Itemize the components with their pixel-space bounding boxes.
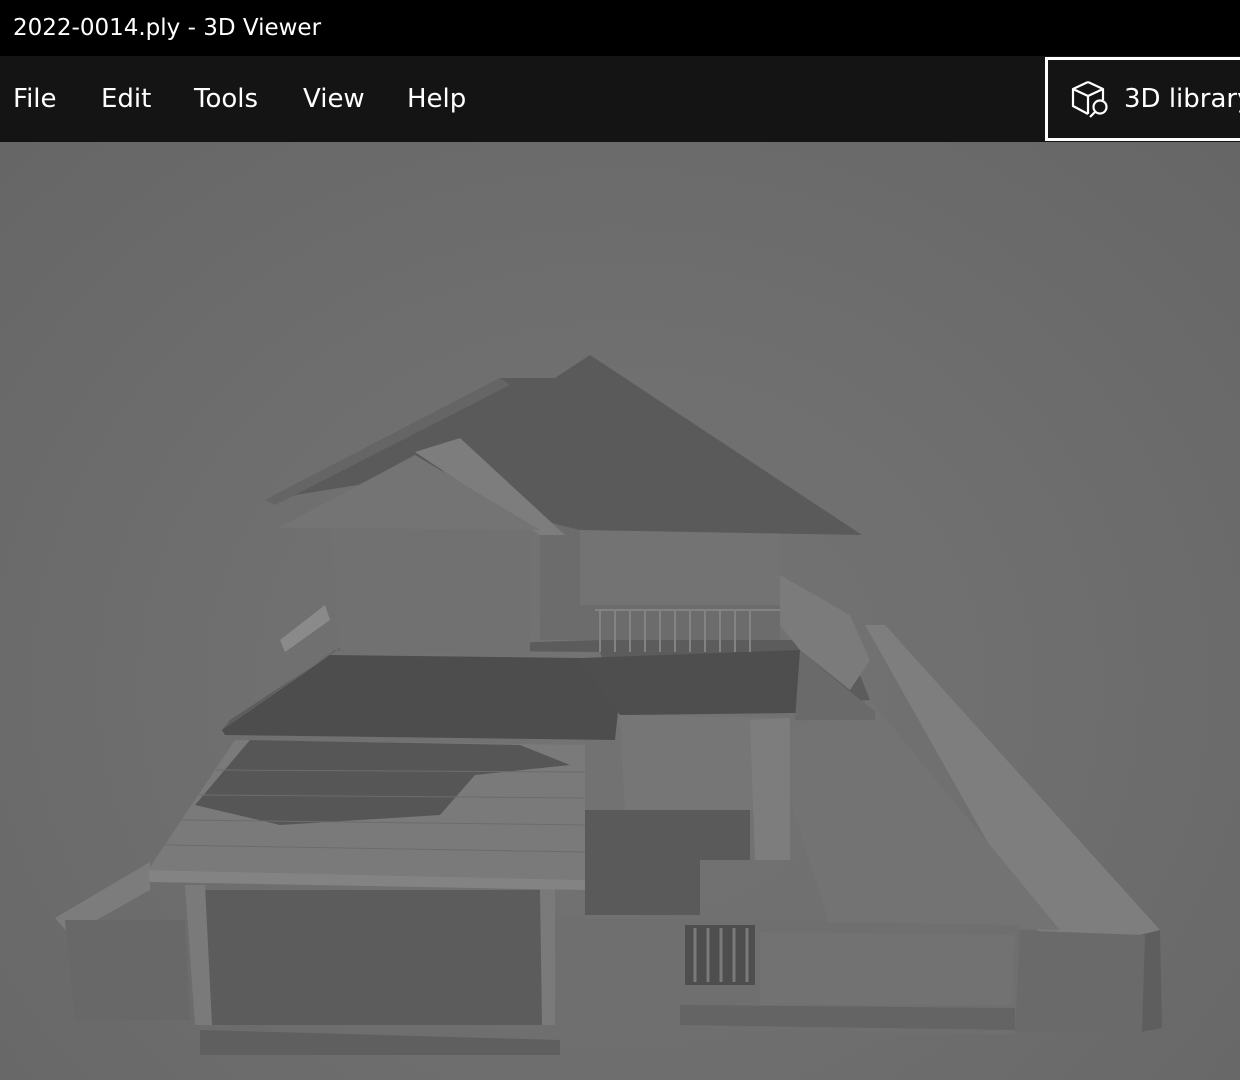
middle-roof-left <box>222 655 618 740</box>
3d-library-label: 3D library <box>1124 84 1240 114</box>
menu-tools[interactable]: Tools <box>194 56 258 142</box>
menu-view[interactable]: View <box>303 56 365 142</box>
ground-floor-side <box>750 718 790 860</box>
window-title: 2022-0014.ply - 3D Viewer <box>13 15 322 41</box>
carport-interior <box>190 890 555 1025</box>
menu-help[interactable]: Help <box>407 56 466 142</box>
ground-shadow <box>200 1030 560 1055</box>
title-bar: 2022-0014.ply - 3D Viewer <box>0 0 1240 56</box>
left-wall-front <box>65 920 190 1020</box>
upper-window-panel <box>580 530 780 605</box>
3d-library-button[interactable]: 3D library <box>1045 57 1240 141</box>
upper-wall-left <box>330 525 530 655</box>
3d-viewport[interactable] <box>0 142 1240 1080</box>
cube-search-icon <box>1071 81 1108 118</box>
entrance-shadow <box>585 810 750 915</box>
menu-edit[interactable]: Edit <box>101 56 151 142</box>
right-wall-front <box>1010 930 1145 1032</box>
carport-post-right <box>540 888 555 1025</box>
fence-lattice <box>760 932 1015 1005</box>
menu-file[interactable]: File <box>13 56 57 142</box>
left-canopy <box>280 605 330 652</box>
house-3d-model[interactable] <box>0 142 1240 1080</box>
